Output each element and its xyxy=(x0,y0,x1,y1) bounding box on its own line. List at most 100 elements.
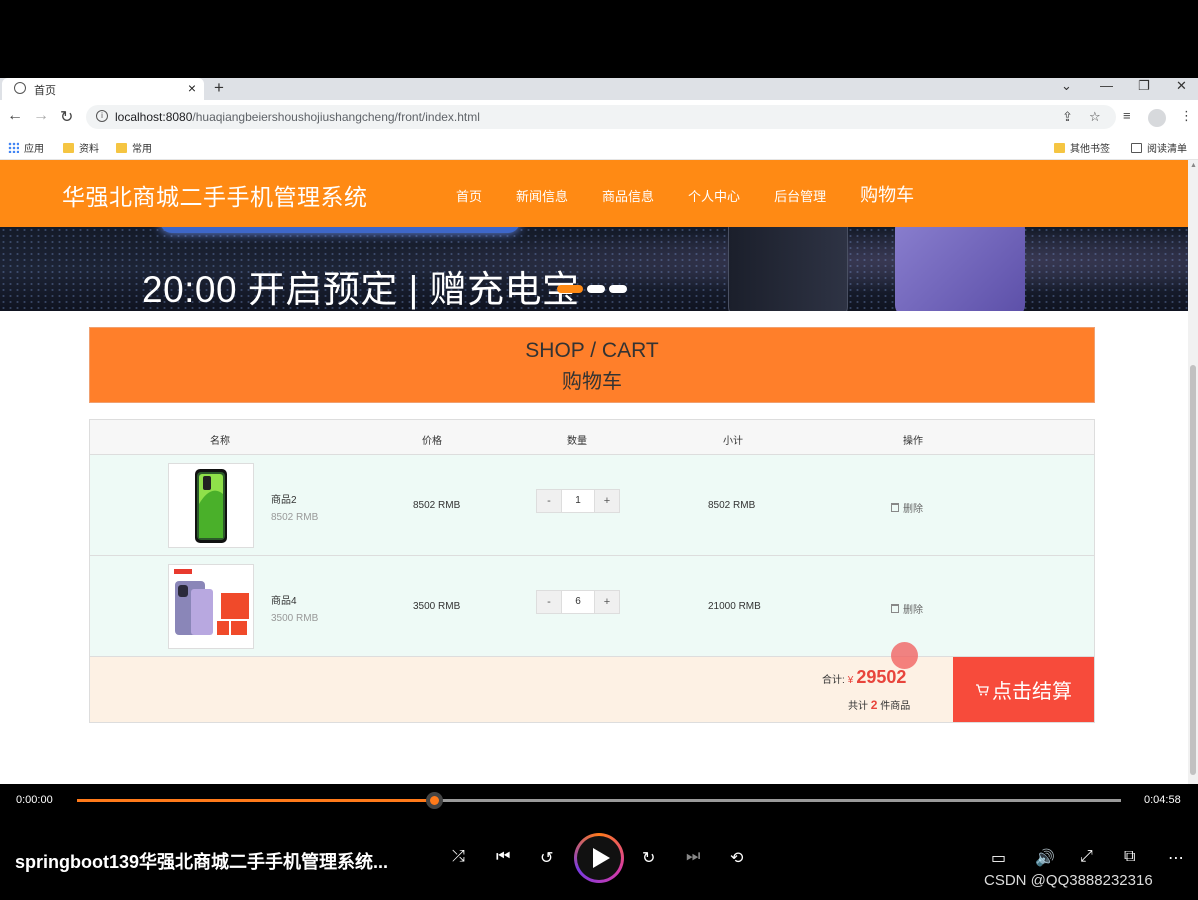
qty-input[interactable]: 6 xyxy=(561,591,595,613)
bookmark-other[interactable]: 其他书签 xyxy=(1054,140,1110,155)
qty-increase-button[interactable]: + xyxy=(595,591,619,613)
share-icon[interactable]: ⇪ xyxy=(1062,109,1073,125)
scroll-up-icon[interactable]: ▲ xyxy=(1190,162,1197,169)
product-unit-price: 8502 RMB xyxy=(271,512,319,523)
cart-icon xyxy=(976,683,989,695)
promo-banner[interactable]: 20:00 开启预定 | 赠充电宝 xyxy=(0,227,1188,311)
new-tab-button[interactable]: + xyxy=(214,78,224,98)
item-count: 共计 2 件商品 xyxy=(848,698,911,712)
carousel-dots xyxy=(557,285,627,293)
subtitles-icon[interactable]: ▭ xyxy=(991,848,1006,868)
nav-admin[interactable]: 后台管理 xyxy=(774,186,826,207)
reading-list-icon[interactable]: ≡ xyxy=(1123,108,1131,123)
back-icon[interactable]: ← xyxy=(7,107,23,125)
currency-symbol: ¥ xyxy=(847,675,854,686)
product-name[interactable]: 商品2 xyxy=(271,491,297,506)
carousel-dot-active[interactable] xyxy=(557,285,583,293)
checkout-button[interactable]: 点击结算 xyxy=(953,657,1094,722)
menu-kebab-icon[interactable]: ⋮ xyxy=(1180,108,1193,124)
col-subtotal: 小计 xyxy=(723,436,743,447)
scrollbar-thumb[interactable] xyxy=(1190,365,1196,775)
bookmark-folder[interactable]: 资料 xyxy=(63,140,99,155)
repeat-off-icon[interactable]: ⟲ xyxy=(730,848,743,868)
bookmark-reading-list[interactable]: 阅读清单 xyxy=(1131,140,1187,155)
folder-icon xyxy=(116,142,127,153)
reload-icon[interactable]: ↻ xyxy=(60,107,73,127)
carousel-dot[interactable] xyxy=(587,285,605,293)
browser-tab[interactable]: 首页 × xyxy=(2,78,204,100)
restore-button[interactable]: ❐ xyxy=(1138,78,1150,94)
reading-list-icon xyxy=(1131,142,1142,153)
watermark: CSDN @QQ3888232316 xyxy=(984,872,1153,889)
quantity-stepper: - 1 + xyxy=(536,489,620,513)
product-name[interactable]: 商品4 xyxy=(271,592,297,607)
url-input[interactable]: i localhost:8080/huaqiangbeiershoushojiu… xyxy=(86,105,1116,129)
qty-decrease-button[interactable]: - xyxy=(537,490,561,512)
folder-icon xyxy=(63,142,74,153)
next-icon[interactable]: ⏭ xyxy=(686,848,700,866)
item-subtotal: 8502 RMB xyxy=(708,500,756,511)
more-options-icon[interactable]: ⋯ xyxy=(1168,848,1184,868)
bookmark-folder[interactable]: 常用 xyxy=(116,140,152,155)
video-player: 0:00:00 0:04:58 springboot139华强北商城二手手机管理… xyxy=(0,784,1198,900)
delete-button[interactable]: 删除 xyxy=(891,601,923,616)
fullscreen-icon[interactable]: ⤢ xyxy=(1080,848,1093,866)
apps-grid-icon xyxy=(8,142,19,153)
table-row: 商品4 3500 RMB 3500 RMB - 6 + 21000 RMB 删除 xyxy=(90,556,1094,657)
nav-products[interactable]: 商品信息 xyxy=(602,186,654,207)
shuffle-icon[interactable]: ⤮ xyxy=(452,848,465,866)
play-button[interactable] xyxy=(574,833,624,883)
browser-tabbar: 首页 × + ⌄ — ❐ ✕ xyxy=(0,78,1198,100)
qty-increase-button[interactable]: + xyxy=(595,490,619,512)
address-toolbar: ← → ↻ i localhost:8080/huaqiangbeiershou… xyxy=(0,100,1198,134)
bookmark-star-icon[interactable]: ☆ xyxy=(1089,109,1101,125)
delete-button[interactable]: 删除 xyxy=(891,500,923,515)
profile-avatar[interactable] xyxy=(1148,109,1166,127)
cart-hero: SHOP / CART 购物车 xyxy=(89,327,1095,403)
nav-home[interactable]: 首页 xyxy=(456,186,482,207)
miniplayer-icon[interactable]: ⧉ xyxy=(1124,848,1135,866)
nav-news[interactable]: 新闻信息 xyxy=(516,186,568,207)
cart-hero-en: SHOP / CART xyxy=(525,339,659,362)
item-price: 3500 RMB xyxy=(413,601,461,612)
qty-input[interactable]: 1 xyxy=(561,490,595,512)
close-tab-icon[interactable]: × xyxy=(188,80,196,96)
page-viewport: 华强北商城二手手机管理系统 首页 新闻信息 商品信息 个人中心 后台管理 购物车… xyxy=(0,160,1198,784)
col-action: 操作 xyxy=(903,436,923,447)
nav-profile[interactable]: 个人中心 xyxy=(688,186,740,207)
carousel-dot[interactable] xyxy=(609,285,627,293)
qty-decrease-button[interactable]: - xyxy=(537,591,561,613)
product-image[interactable] xyxy=(168,463,254,548)
forward-icon[interactable]: → xyxy=(33,107,49,125)
play-icon xyxy=(593,848,610,868)
trash-icon xyxy=(891,503,899,512)
product-image[interactable] xyxy=(168,564,254,649)
close-window-button[interactable]: ✕ xyxy=(1176,78,1187,94)
col-price: 价格 xyxy=(422,436,442,447)
forward-30-icon[interactable]: ↻ xyxy=(642,848,655,868)
banner-text: 20:00 开启预定 | 赠充电宝 xyxy=(142,269,580,310)
bookmarks-bar: 应用 资料 常用 其他书签 阅读清单 xyxy=(0,134,1198,160)
current-time: 0:00:00 xyxy=(16,794,53,806)
nav-cart[interactable]: 购物车 xyxy=(860,181,914,207)
progress-knob[interactable] xyxy=(426,792,444,809)
banner-glow xyxy=(160,227,520,233)
total-label: 合计: xyxy=(822,675,845,686)
bookmark-apps[interactable]: 应用 xyxy=(8,140,44,155)
rewind-10-icon[interactable]: ↺ xyxy=(540,848,553,868)
page-scrollbar[interactable]: ▲ xyxy=(1188,160,1198,784)
cart-table: 名称 价格 数量 小计 操作 商品2 8502 RMB 8502 RMB - 1… xyxy=(89,419,1095,723)
total-line: 合计: ¥ 29502 xyxy=(822,667,906,688)
volume-icon[interactable]: 🔊 xyxy=(1035,848,1055,868)
tab-search-icon[interactable]: ⌄ xyxy=(1061,78,1072,94)
table-row: 商品2 8502 RMB 8502 RMB - 1 + 8502 RMB 删除 xyxy=(90,455,1094,556)
globe-icon xyxy=(14,82,26,94)
minimize-button[interactable]: — xyxy=(1100,78,1113,93)
col-qty: 数量 xyxy=(567,436,587,447)
duration: 0:04:58 xyxy=(1144,794,1181,806)
item-price: 8502 RMB xyxy=(413,500,461,511)
site-info-icon[interactable]: i xyxy=(96,110,108,122)
cart-hero-zh: 购物车 xyxy=(562,371,622,393)
item-subtotal: 21000 RMB xyxy=(708,601,761,612)
previous-icon[interactable]: ⏮ xyxy=(496,848,510,866)
